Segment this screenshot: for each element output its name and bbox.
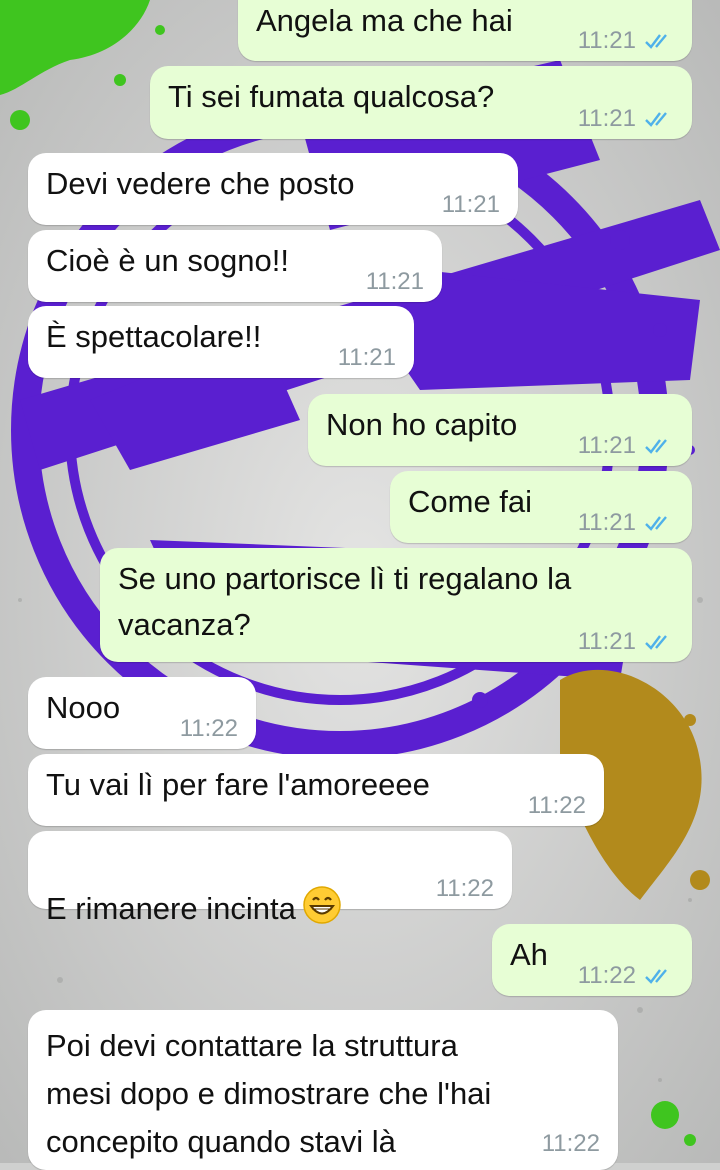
message-incoming[interactable]: Tu vai lì per fare l'amoreeee 11:22 [28,754,604,826]
message-incoming[interactable]: Devi vedere che posto 11:21 [28,153,518,225]
message-text: Angela ma che hai [256,3,513,38]
message-outgoing[interactable]: Non ho capito 11:21 [308,394,692,466]
message-text: Poi devi contattare la struttura mesi do… [46,1028,492,1159]
message-time: 11:21 [441,191,500,218]
message-time: 11:21 [577,432,636,459]
message-time: 11:21 [337,344,396,371]
read-ticks-icon [645,34,667,49]
message-incoming[interactable]: E rimanere incinta 11:22 [28,831,512,926]
message-outgoing[interactable]: Angela ma che hai 11:21 [238,0,692,61]
message-outgoing[interactable]: Ti sei fumata qualcosa? 11:21 [150,66,692,139]
message-time: 11:21 [577,509,636,536]
message-time: 11:21 [577,105,636,132]
message-text: Nooo [46,690,121,725]
message-incoming[interactable]: Poi devi contattare la struttura mesi do… [28,1010,618,1170]
message-outgoing[interactable]: Ah 11:22 [492,924,692,996]
message-time: 11:22 [527,792,586,819]
read-ticks-icon [645,635,667,650]
message-outgoing[interactable]: Come fai 11:21 [390,471,692,543]
message-text: È spettacolare!! [46,319,262,354]
chat-area: Angela ma che hai 11:21 Ti sei fumata qu… [0,0,720,1170]
message-time: 11:21 [577,27,636,54]
message-text: Non ho capito [326,407,518,442]
read-ticks-icon [645,516,667,531]
message-time: 11:22 [435,875,494,902]
message-time: 11:22 [541,1130,600,1157]
grinning-face-icon [303,886,341,924]
message-time: 11:22 [577,962,636,989]
read-ticks-icon [645,969,667,984]
message-text-content: E rimanere incinta [46,891,296,926]
message-text: Ah [510,937,548,972]
message-outgoing[interactable]: Se uno partorisce lì ti regalano la vaca… [100,548,692,662]
message-text: Cioè è un sogno!! [46,243,290,278]
message-time: 11:21 [365,268,424,295]
message-time: 11:22 [179,715,238,742]
message-text: Se uno partorisce lì ti regalano la vaca… [118,561,572,642]
message-incoming[interactable]: Cioè è un sogno!! 11:21 [28,230,442,302]
message-incoming[interactable]: Nooo 11:22 [28,677,256,749]
message-text: E rimanere incinta [46,839,342,932]
message-text: Devi vedere che posto [46,166,355,201]
message-text: Ti sei fumata qualcosa? [168,79,495,114]
read-ticks-icon [645,112,667,127]
message-incoming[interactable]: È spettacolare!! 11:21 [28,306,414,378]
message-time: 11:21 [577,628,636,655]
message-text: Come fai [408,484,533,519]
message-text: Tu vai lì per fare l'amoreeee [46,767,430,802]
read-ticks-icon [645,439,667,454]
